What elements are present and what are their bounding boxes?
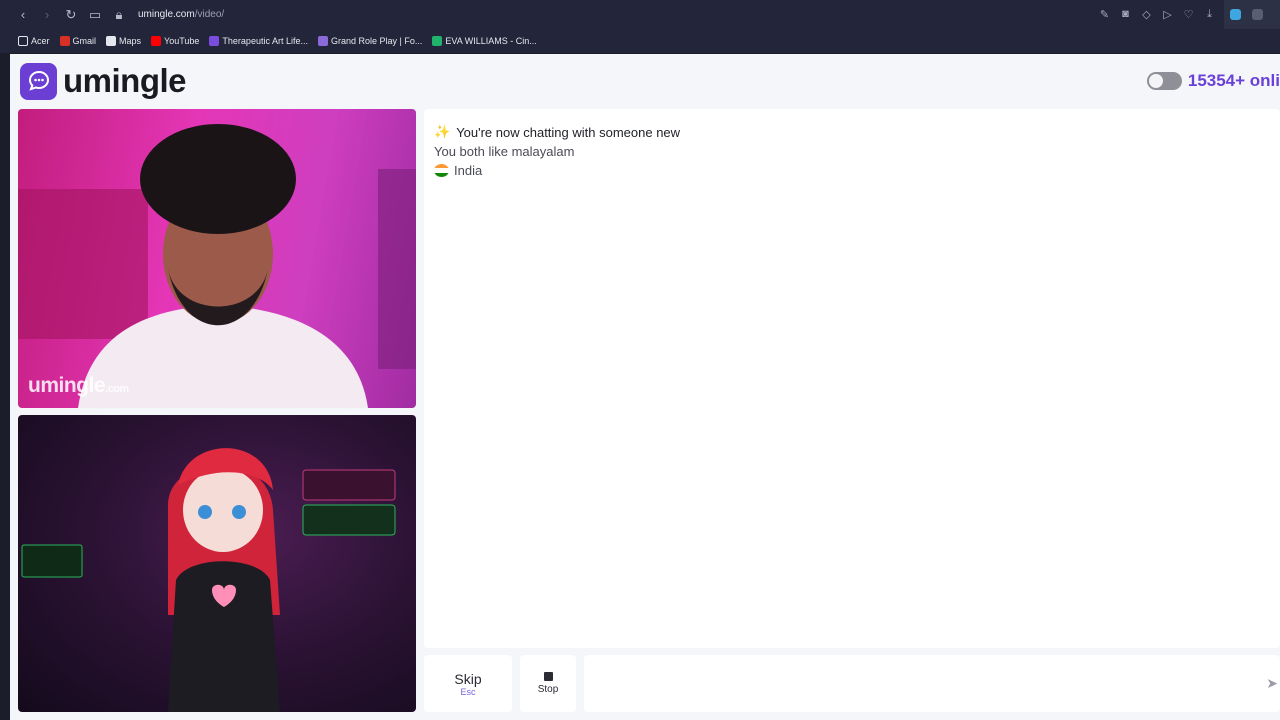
- stop-label: Stop: [537, 684, 559, 695]
- extensions-puzzle-icon[interactable]: [1252, 9, 1263, 20]
- online-status: 15354+ onli: [1146, 71, 1280, 91]
- lock-icon[interactable]: 🔒︎: [108, 4, 130, 26]
- site-icon: [317, 36, 328, 46]
- skip-label: Skip: [454, 670, 482, 687]
- online-count: 15354+ onli: [1187, 71, 1280, 90]
- bookmark-therapeutic-art[interactable]: Therapeutic Art Life...: [209, 36, 308, 46]
- folder-icon: [18, 36, 28, 46]
- site-icon: [432, 36, 443, 46]
- stop-button[interactable]: Stop: [520, 655, 576, 712]
- download-icon[interactable]: ⤓: [1201, 3, 1218, 25]
- forward-icon[interactable]: ›: [36, 4, 58, 26]
- reload-icon[interactable]: ↻: [60, 4, 82, 26]
- skip-button[interactable]: Skip Esc: [424, 655, 512, 712]
- logo-text: umingle: [63, 62, 187, 99]
- back-icon[interactable]: ‹: [12, 4, 34, 26]
- tab-icon[interactable]: ▭: [84, 4, 106, 26]
- india-flag-icon: [434, 164, 449, 177]
- play-icon[interactable]: ▷: [1159, 3, 1176, 25]
- bookmark-eva-williams[interactable]: EVA WILLIAMS - Cin...: [432, 36, 537, 46]
- browser-toolbar: ‹ › ↻ ▭ 🔒︎ umingle.com/video/ ✎ ◙ ◇ ▷ ♡ …: [0, 0, 1280, 29]
- system-message-text: You're now chatting with someone new: [456, 124, 681, 140]
- skip-shortcut: Esc: [460, 686, 476, 697]
- site-icon: [209, 36, 220, 46]
- self-video-frame: [21, 448, 396, 712]
- send-icon[interactable]: ➤: [1266, 675, 1278, 692]
- youtube-icon: [151, 36, 162, 46]
- bookmark-acer[interactable]: Acer: [18, 36, 50, 46]
- bookmarks-bar: Acer Gmail Maps YouTube Therapeutic Art …: [0, 29, 1280, 53]
- heart-icon[interactable]: ♡: [1180, 3, 1197, 25]
- message-input[interactable]: [584, 655, 1280, 712]
- bookmark-gmail[interactable]: Gmail: [59, 36, 96, 46]
- address-bar[interactable]: umingle.com/video/: [138, 9, 224, 20]
- gmail-icon: [59, 36, 70, 46]
- stranger-video-frame: [18, 124, 416, 408]
- logo[interactable]: umingle: [20, 62, 187, 100]
- bookmark-maps[interactable]: Maps: [106, 36, 141, 46]
- chat-bubble-icon: [20, 62, 57, 100]
- url-domain: umingle.com: [138, 9, 195, 20]
- edit-icon[interactable]: ✎: [1096, 3, 1113, 25]
- self-video: [18, 415, 416, 712]
- page-content: umingle 15354+ onli umingle.com ✨ You're…: [10, 54, 1280, 720]
- document-icon: [106, 36, 117, 46]
- extension-icon[interactable]: [1230, 9, 1241, 20]
- url-path: /video/: [194, 9, 225, 20]
- theme-toggle[interactable]: [1146, 72, 1182, 90]
- stranger-video: umingle.com: [18, 109, 416, 408]
- bookmark-youtube[interactable]: YouTube: [151, 36, 199, 46]
- country-text: India: [454, 163, 483, 178]
- sparkles-icon: ✨: [434, 124, 451, 139]
- stranger-country: India: [434, 163, 482, 178]
- video-watermark: umingle.com: [28, 374, 129, 397]
- common-interest-text: You both like malayalam: [434, 144, 575, 159]
- chat-panel: ✨ You're now chatting with someone new Y…: [424, 109, 1280, 648]
- camera-icon[interactable]: ◙: [1117, 3, 1134, 25]
- bookmark-grand-role-play[interactable]: Grand Role Play | Fo...: [317, 36, 422, 46]
- extensions-strip: [1224, 0, 1280, 29]
- stop-icon: [543, 672, 553, 681]
- shield-icon[interactable]: ◇: [1138, 3, 1155, 25]
- system-message: ✨ You're now chatting with someone new: [434, 124, 680, 140]
- common-interest: You both like malayalam: [434, 144, 574, 159]
